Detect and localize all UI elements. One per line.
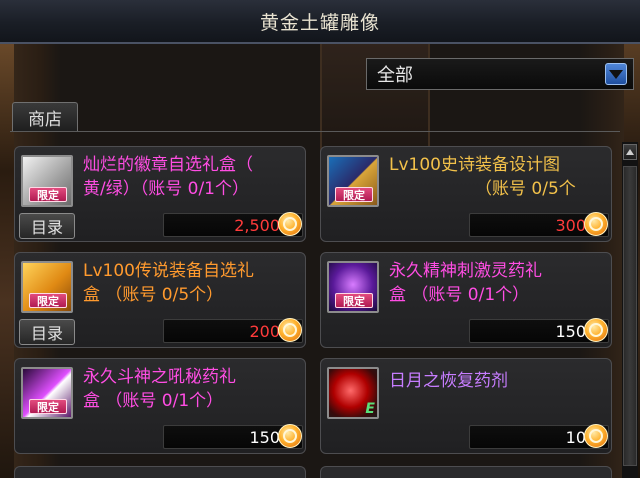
title-bar: 黄金土罐雕像 [0, 0, 640, 44]
limited-badge: 限定 [335, 187, 373, 202]
item-name: 永久精神刺激灵药礼 盒 （账号 0/1个） [389, 259, 605, 307]
dropdown-arrow-icon[interactable] [605, 63, 627, 85]
war-god-potion-icon[interactable]: 限定 [21, 367, 73, 419]
item-name-line2: 盒 （账号 0/1个） [389, 285, 530, 305]
window-title: 黄金土罐雕像 [259, 11, 380, 34]
item-name-line1: Lv100传说装备自选礼 [83, 261, 254, 281]
shop-item-card-partial[interactable] [14, 466, 306, 478]
gold-coin-icon [584, 318, 608, 342]
legend-box-icon[interactable]: 限定 [21, 261, 73, 313]
item-price: 300 [555, 216, 586, 235]
item-name: 日月之恢复药剂 [389, 369, 605, 393]
item-price: 150 [249, 428, 280, 447]
gold-coin-icon [278, 318, 302, 342]
shop-item-card[interactable]: 限定 永久精神刺激灵药礼 盒 （账号 0/1个） 150 [320, 252, 612, 348]
tab-shop[interactable]: 商店 [12, 102, 78, 132]
gold-coin-icon [278, 212, 302, 236]
gold-coin-icon [278, 424, 302, 448]
gold-coin-icon [584, 424, 608, 448]
item-price: 150 [555, 322, 586, 341]
epic-blueprint-icon[interactable]: 限定 [327, 155, 379, 207]
item-name: 灿烂的徽章自选礼盒（ 黄/绿）（账号 0/1个） [83, 153, 299, 201]
shop-item-card[interactable]: 限定 永久斗神之吼秘药礼 盒 （账号 0/1个） 150 [14, 358, 306, 454]
limited-badge: 限定 [29, 293, 67, 308]
filter-selected-value: 全部 [377, 65, 413, 86]
item-name-line2: （账号 0/5个 [475, 179, 576, 199]
item-name: Lv100史诗装备设计图 （账号 0/5个 [389, 153, 605, 201]
item-name-line1: 日月之恢复药剂 [389, 371, 508, 391]
shop-item-card[interactable]: 限定 灿烂的徽章自选礼盒（ 黄/绿）（账号 0/1个） 目录 2,500 [14, 146, 306, 242]
limited-badge: 限定 [29, 399, 67, 414]
item-list-scrollbar[interactable] [622, 142, 638, 478]
item-name-line1: Lv100史诗装备设计图 [389, 155, 560, 175]
category-filter-dropdown[interactable]: 全部 [366, 58, 634, 90]
spirit-potion-icon[interactable]: 限定 [327, 261, 379, 313]
item-name-line1: 灿烂的徽章自选礼盒（ [83, 155, 253, 175]
price-bar: 10 [469, 424, 609, 449]
item-name: 永久斗神之吼秘药礼 盒 （账号 0/1个） [83, 365, 299, 413]
limited-badge: 限定 [335, 293, 373, 308]
shop-item-card-partial[interactable] [320, 466, 612, 478]
price-bar: 2,500 [163, 212, 303, 237]
item-name-line1: 永久斗神之吼秘药礼 [83, 367, 236, 387]
tab-shop-label: 商店 [28, 110, 62, 130]
equipment-e-mark: E [365, 401, 375, 417]
item-price: 2,500 [234, 216, 280, 235]
shop-item-card[interactable]: 限定 Lv100史诗装备设计图 （账号 0/5个 300 [320, 146, 612, 242]
badge-box-icon[interactable]: 限定 [21, 155, 73, 207]
limited-badge: 限定 [29, 187, 67, 202]
shop-item-card[interactable]: 限定 Lv100传说装备自选礼 盒 （账号 0/5个） 目录 200 [14, 252, 306, 348]
shop-item-card[interactable]: E 日月之恢复药剂 10 [320, 358, 612, 454]
item-name-line2: 盒 （账号 0/5个） [83, 285, 224, 305]
scroll-thumb[interactable] [623, 166, 637, 466]
item-name-line2: 盒 （账号 0/1个） [83, 391, 224, 411]
gold-coin-icon [584, 212, 608, 236]
item-name-line2: 黄/绿）（账号 0/1个） [83, 179, 249, 199]
price-bar: 150 [163, 424, 303, 449]
item-price: 10 [565, 428, 586, 447]
item-name: Lv100传说装备自选礼 盒 （账号 0/5个） [83, 259, 299, 307]
item-price: 200 [249, 322, 280, 341]
price-bar: 200 [163, 318, 303, 343]
catalog-button[interactable]: 目录 [19, 213, 75, 239]
price-bar: 300 [469, 212, 609, 237]
item-name-line1: 永久精神刺激灵药礼 [389, 261, 542, 281]
catalog-button[interactable]: 目录 [19, 319, 75, 345]
sun-moon-potion-icon[interactable]: E [327, 367, 379, 419]
scroll-up-icon[interactable] [623, 144, 637, 160]
price-bar: 150 [469, 318, 609, 343]
